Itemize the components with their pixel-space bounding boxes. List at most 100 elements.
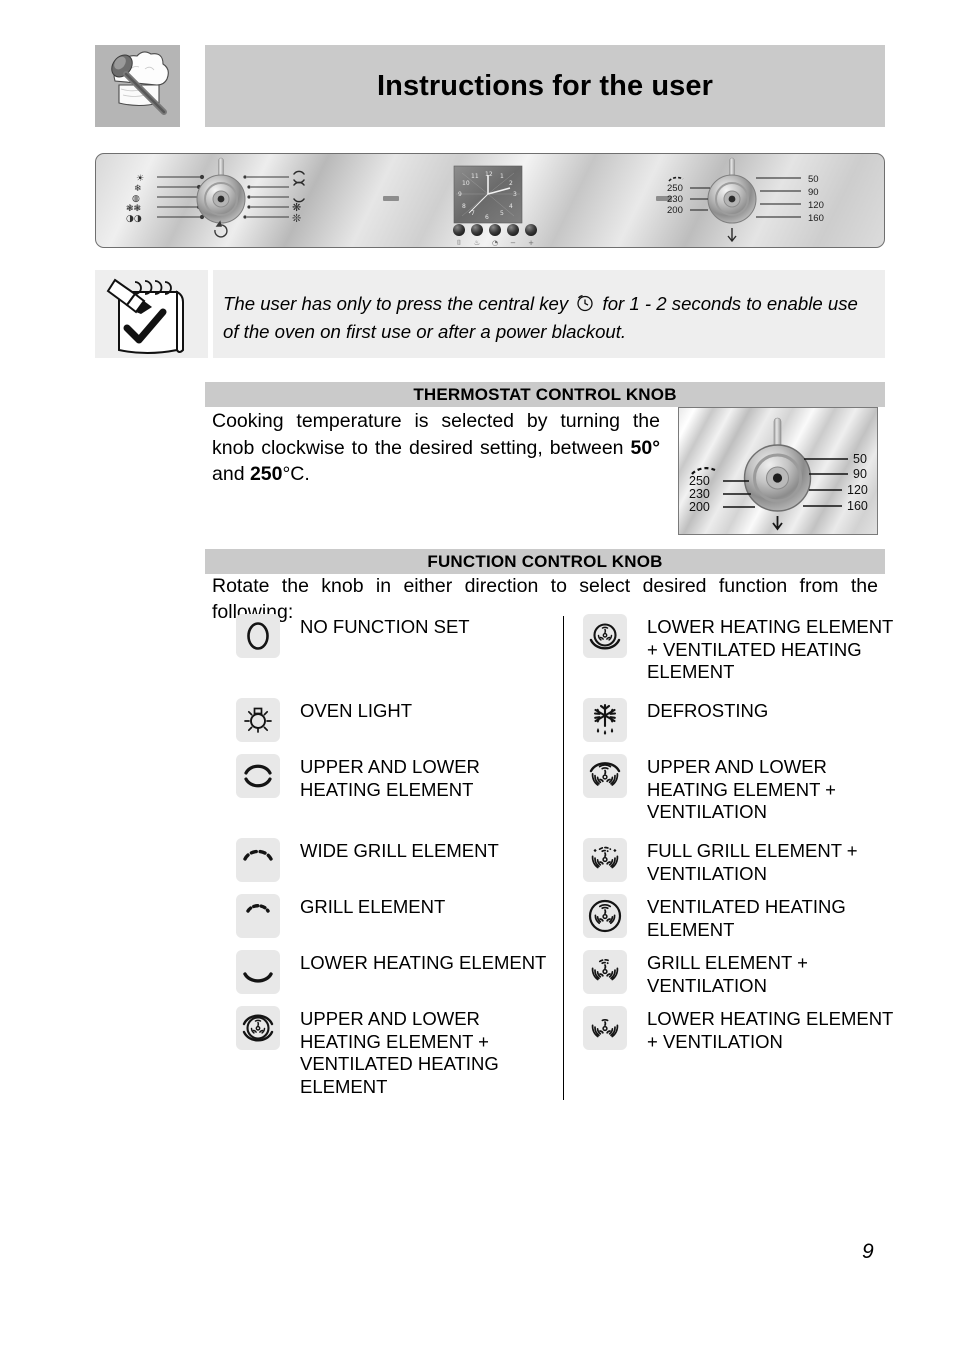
svg-text:⌷: ⌷ [457,239,461,247]
thermostat-knob-image: 250 230 200 50 90 120 160 [678,407,878,535]
svg-text:90: 90 [853,467,867,481]
function-row-ventilated-heating: VENTILATED HEATING ELEMENT [583,894,895,941]
svg-text:◍: ◍ [132,194,140,204]
page-header: Instructions for the user [95,45,885,127]
function-row-grill: GRILL ELEMENT [236,894,445,938]
svg-text:+: + [528,239,534,247]
function-label: UPPER AND LOWER HEATING ELEMENT [300,756,480,800]
svg-text:5: 5 [500,210,504,217]
svg-text:10: 10 [462,180,470,187]
svg-text:50: 50 [808,174,819,185]
column-divider [563,616,564,1100]
svg-text:❃❃: ❃❃ [126,204,141,214]
svg-text:1: 1 [500,173,504,180]
function-label: DEFROSTING [647,700,769,721]
svg-text:160: 160 [808,213,824,224]
svg-text:120: 120 [808,200,824,211]
lower-ventilated-heating-icon [583,614,627,658]
function-section-heading: FUNCTION CONTROL KNOB [205,549,885,574]
thermostat-body-part1: Cooking temperature is selected by turni… [212,410,660,459]
function-row-no-function: NO FUNCTION SET [236,614,470,658]
chef-hat-spoon-icon [95,45,180,127]
function-label: WIDE GRILL ELEMENT [300,840,499,861]
page-title-text: Instructions for the user [376,69,714,102]
upper-lower-ventilated-heating-icon [236,1006,280,1050]
lower-heating-ventilation-icon [583,1006,627,1050]
function-row-full-grill-ventilation: FULL GRILL ELEMENT + VENTILATION [583,838,895,885]
svg-text:120: 120 [847,483,868,497]
svg-text:90: 90 [808,187,819,198]
oven-control-panel-image: ☀ ❄ ◍ ❃❃ ◑◑ ❋ ❊ 12 11 10 9 8 7 6 5 4 3 2… [95,153,885,248]
function-row-upper-lower-heating: UPPER AND LOWER HEATING ELEMENT [236,754,556,801]
function-row-lower-heating-ventilation: LOWER HEATING ELEMENT + VENTILATION [583,1006,895,1053]
no-function-icon [236,614,280,658]
svg-text:50: 50 [853,452,867,466]
svg-text:◑◑: ◑◑ [126,214,142,224]
svg-text:2: 2 [509,180,513,187]
function-row-oven-light: OVEN LIGHT [236,698,412,742]
function-label: FULL GRILL ELEMENT + VENTILATION [647,840,858,884]
svg-text:7: 7 [471,210,475,217]
function-label: OVEN LIGHT [300,700,413,721]
svg-text:◔: ◔ [492,239,498,247]
svg-text:3: 3 [513,191,517,198]
function-row-grill-ventilation: GRILL ELEMENT + VENTILATION [583,950,895,997]
function-label: GRILL ELEMENT [300,896,446,917]
function-row-lower-ventilated: LOWER HEATING ELEMENT + VENTILATED HEATI… [583,614,895,684]
svg-text:160: 160 [847,499,868,513]
page-title: Instructions for the user [205,45,885,127]
page-number: 9 [862,1240,874,1263]
function-row-defrosting: DEFROSTING [583,698,768,742]
svg-text:❊: ❊ [292,212,301,225]
svg-text:❄: ❄ [134,184,142,194]
function-row-lower-heating: LOWER HEATING ELEMENT [236,950,546,994]
function-row-wide-grill: WIDE GRILL ELEMENT [236,838,499,882]
function-label: LOWER HEATING ELEMENT + VENTILATION [647,1008,894,1052]
clock-icon [576,293,594,319]
function-label: LOWER HEATING ELEMENT + VENTILATED HEATI… [647,616,894,682]
full-grill-ventilation-icon [583,838,627,882]
function-label: VENTILATED HEATING ELEMENT [647,896,846,940]
note-text-before: The user has only to press the central k… [223,293,569,314]
wide-grill-icon [236,838,280,882]
svg-text:250: 250 [689,474,710,488]
svg-text:8: 8 [462,203,466,210]
upper-lower-ventilation-icon [583,754,627,798]
thermostat-max-temp: 250 [249,463,283,485]
ventilated-heating-icon [583,894,627,938]
svg-text:230: 230 [689,487,710,501]
upper-lower-heating-icon [236,754,280,798]
grill-ventilation-icon [583,950,627,994]
notepad-check-pencil-icon [95,270,208,358]
note-body: The user has only to press the central k… [213,270,885,358]
svg-text:200: 200 [689,500,710,514]
thermostat-heading-text: THERMOSTAT CONTROL KNOB [413,384,677,404]
svg-text:♨: ♨ [474,239,480,247]
defrosting-icon [583,698,627,742]
function-label: UPPER AND LOWER HEATING ELEMENT + VENTIL… [647,756,836,822]
svg-text:−: − [510,239,516,247]
svg-text:200: 200 [667,205,683,216]
svg-text:6: 6 [485,214,489,221]
svg-text:12: 12 [485,171,493,178]
function-label: UPPER AND LOWER HEATING ELEMENT + VENTIL… [300,1008,499,1097]
thermostat-min-temp: 50° [630,436,661,459]
note-box: The user has only to press the central k… [95,270,885,358]
svg-text:230: 230 [667,194,683,205]
lower-heating-icon [236,950,280,994]
function-label: NO FUNCTION SET [300,616,470,637]
function-label: LOWER HEATING ELEMENT [300,952,547,973]
function-label: GRILL ELEMENT + VENTILATION [647,952,808,996]
svg-text:11: 11 [471,173,479,180]
svg-text:250: 250 [667,183,683,194]
function-row-upper-lower-ventilation: UPPER AND LOWER HEATING ELEMENT + VENTIL… [583,754,895,824]
thermostat-body-part2: °C. [282,463,310,485]
grill-icon [236,894,280,938]
thermostat-body-mid: and [212,463,250,485]
svg-text:9: 9 [458,191,462,198]
thermostat-section-heading: THERMOSTAT CONTROL KNOB [205,382,885,407]
svg-text:☀: ☀ [136,174,144,184]
function-row-upper-lower-ventilated: UPPER AND LOWER HEATING ELEMENT + VENTIL… [236,1006,556,1098]
thermostat-description: Cooking temperature is selected by turni… [212,408,660,488]
function-heading-text: FUNCTION CONTROL KNOB [427,551,663,571]
